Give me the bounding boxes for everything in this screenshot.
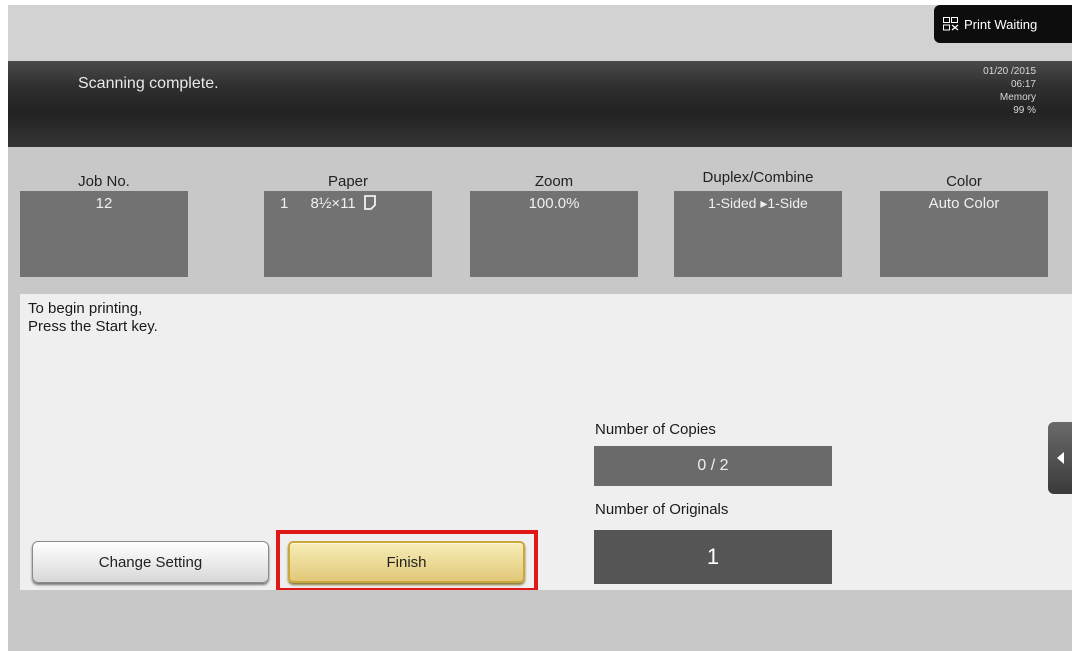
portrait-page-icon	[363, 195, 376, 210]
paper-tray: 1	[280, 195, 289, 212]
instruction-line-1: To begin printing,	[28, 300, 143, 317]
top-strip	[8, 5, 1072, 61]
copier-panel: Print Waiting Scanning complete. 01/20 /…	[8, 5, 1072, 651]
zoom-value: 100.0%	[528, 195, 580, 212]
main-panel: To begin printing, Press the Start key. …	[20, 294, 1072, 592]
status-message: Scanning complete.	[78, 75, 219, 92]
change-setting-label: Change Setting	[98, 553, 203, 571]
zoom-label: Zoom	[534, 173, 574, 190]
color-label: Color	[946, 173, 982, 190]
duplex-label: Duplex/Combine	[702, 169, 814, 186]
duplex-column: Duplex/Combine 1-Sided ▸1-Side	[674, 147, 842, 285]
job-number-value: 12	[95, 195, 113, 212]
paper-box[interactable]: 1 8½×11	[264, 191, 432, 277]
color-box[interactable]: Auto Color	[880, 191, 1048, 277]
memory-label: Memory	[999, 92, 1036, 103]
originals-display: 1	[594, 530, 832, 584]
paper-label: Paper	[327, 173, 369, 190]
zoom-column: Zoom 100.0%	[470, 147, 638, 285]
duplex-box[interactable]: 1-Sided ▸1-Side	[674, 191, 842, 277]
time-text: 06:17	[1010, 79, 1036, 90]
change-setting-button[interactable]: Change Setting	[32, 541, 269, 583]
date-text: 01/20 /2015	[983, 66, 1036, 77]
finish-label: Finish	[386, 553, 427, 571]
arrow-left-icon	[1057, 452, 1064, 464]
memory-value: 99 %	[1013, 105, 1036, 116]
instruction-text: To begin printing, Press the Start key.	[28, 300, 158, 336]
side-panel-tab[interactable]	[1048, 422, 1072, 494]
originals-label: Number of Originals	[595, 501, 729, 518]
zoom-box[interactable]: 100.0%	[470, 191, 638, 277]
job-number-box: 12	[20, 191, 188, 277]
print-waiting-indicator[interactable]: Print Waiting	[934, 5, 1072, 43]
status-info: 01/20 /2015 06:17 Memory 99 %	[983, 65, 1036, 117]
print-waiting-label: Print Waiting	[964, 16, 1038, 32]
status-bar: Scanning complete. 01/20 /2015 06:17 Mem…	[8, 61, 1072, 147]
job-number-label: Job No.	[78, 173, 130, 190]
copies-label: Number of Copies	[595, 421, 716, 438]
copies-value: 0 / 2	[697, 457, 729, 474]
bottom-strip	[8, 590, 1072, 651]
instruction-line-2: Press the Start key.	[28, 318, 158, 335]
duplex-value: 1-Sided ▸1-Side	[708, 195, 808, 211]
finish-button[interactable]: Finish	[288, 541, 525, 583]
paper-column: Paper 1 8½×11	[264, 147, 432, 285]
print-job-icon	[943, 17, 959, 31]
job-number-column: Job No. 12	[20, 147, 188, 285]
originals-value: 1	[706, 544, 720, 569]
color-column: Color Auto Color	[880, 147, 1048, 285]
paper-size: 8½×11	[310, 195, 356, 212]
copies-display: 0 / 2	[594, 446, 832, 486]
color-value: Auto Color	[928, 195, 1000, 212]
